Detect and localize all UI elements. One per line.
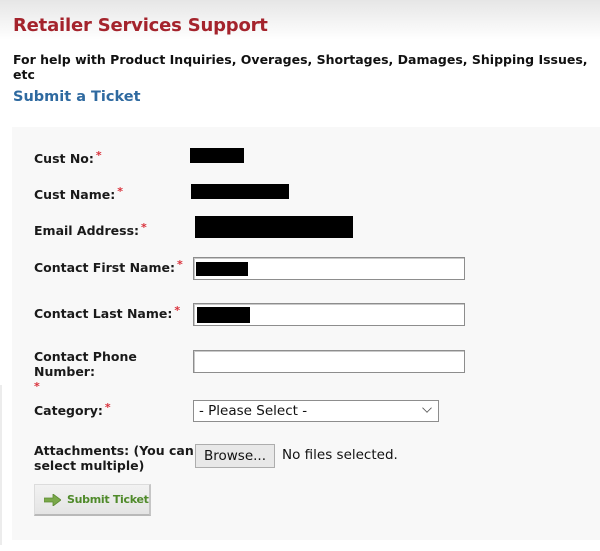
- last-name-value-redacted: [197, 307, 250, 323]
- cust-no-label: Cust No: *: [34, 148, 102, 166]
- category-label: Category: *: [34, 400, 111, 418]
- email-label: Email Address: *: [34, 220, 147, 238]
- category-label-text: Category:: [34, 403, 103, 418]
- page-title: Retailer Services Support: [13, 15, 268, 36]
- last-name-label: Contact Last Name: *: [34, 303, 180, 321]
- cust-no-label-text: Cust No:: [34, 151, 94, 166]
- phone-label: Contact Phone Number: *: [34, 349, 194, 395]
- page-subtitle: For help with Product Inquiries, Overage…: [13, 52, 588, 82]
- last-name-label-text: Contact Last Name:: [34, 306, 173, 321]
- required-marker: *: [174, 304, 181, 317]
- required-marker: *: [117, 185, 124, 198]
- attachments-label: Attachments: (You can select multiple): [34, 443, 194, 473]
- file-status: No files selected.: [282, 447, 398, 463]
- cust-name-label: Cust Name: *: [34, 184, 123, 202]
- first-name-value-redacted: [196, 262, 248, 276]
- phone-label-text: Contact Phone Number:: [34, 349, 137, 379]
- submit-ticket-button[interactable]: Submit Ticket: [34, 484, 151, 516]
- phone-input[interactable]: [193, 350, 465, 373]
- required-marker: *: [141, 221, 147, 234]
- email-value-redacted: [195, 216, 353, 238]
- left-divider: [0, 385, 2, 545]
- category-select[interactable]: - Please Select -: [193, 400, 439, 422]
- category-selected-value: - Please Select -: [199, 403, 308, 419]
- attachments-label-line1: Attachments: (You can: [34, 443, 194, 458]
- attachments-label-line2: select multiple): [34, 458, 145, 473]
- email-label-text: Email Address:: [34, 223, 140, 238]
- required-marker: *: [104, 401, 111, 414]
- required-marker: *: [34, 380, 40, 393]
- first-name-label: Contact First Name: *: [34, 257, 183, 275]
- browse-button[interactable]: Browse...: [195, 444, 275, 468]
- arrow-right-icon: [44, 494, 61, 506]
- required-marker: *: [95, 149, 102, 162]
- last-name-input[interactable]: [193, 303, 465, 326]
- required-marker: *: [176, 258, 183, 271]
- cust-name-value-redacted: [191, 184, 289, 199]
- submit-ticket-label: Submit Ticket: [67, 493, 149, 506]
- cust-no-value-redacted: [190, 148, 244, 163]
- first-name-input[interactable]: [193, 257, 465, 280]
- cust-name-label-text: Cust Name:: [34, 187, 116, 202]
- chevron-down-icon: [422, 403, 432, 413]
- submit-ticket-heading: Submit a Ticket: [13, 89, 141, 105]
- first-name-label-text: Contact First Name:: [34, 260, 175, 275]
